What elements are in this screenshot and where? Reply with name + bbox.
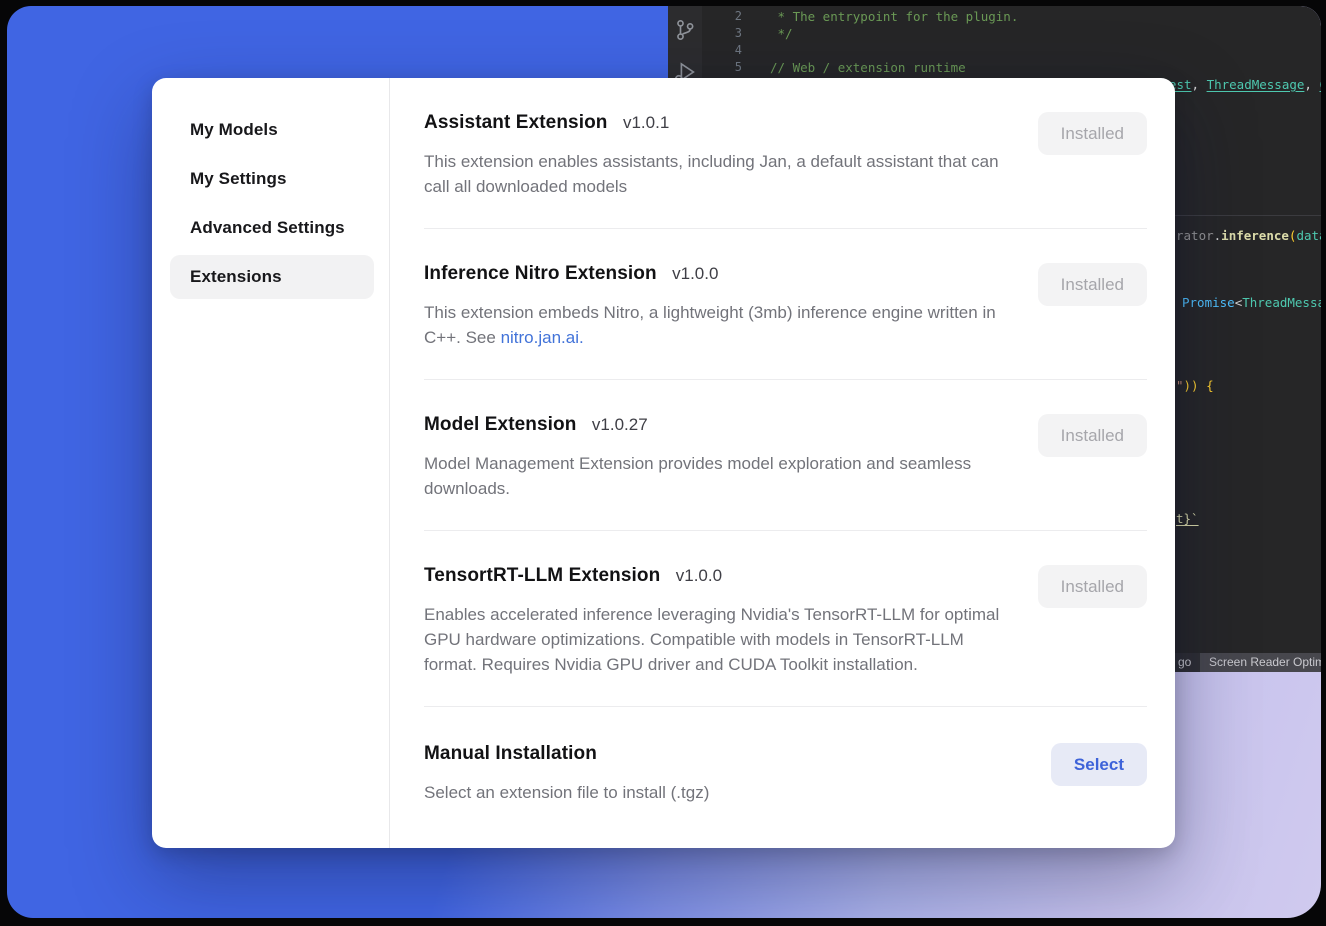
source-control-icon[interactable] xyxy=(673,18,697,42)
code-token: data xyxy=(1296,228,1321,243)
code-token: // Web / extension runtime xyxy=(770,60,966,75)
extension-version: v1.0.0 xyxy=(676,566,722,585)
extension-row: Model Extension v1.0.27 Model Management… xyxy=(424,380,1147,531)
code-line: 3 */ xyxy=(702,25,1321,42)
code-text: * The entrypoint for the plugin. xyxy=(758,8,1018,25)
extension-header: Manual Installation xyxy=(424,741,709,768)
code-token: , xyxy=(1304,77,1319,92)
extension-version: v1.0.1 xyxy=(623,113,669,132)
code-fragment: rator.inference(data)); xyxy=(1176,228,1321,243)
code-fragment: Promise<ThreadMessage> xyxy=(1182,295,1321,310)
sidebar-item[interactable]: Extensions xyxy=(170,255,374,299)
extension-link[interactable]: nitro.jan.ai. xyxy=(501,328,584,347)
sidebar-item-label: Extensions xyxy=(190,267,282,287)
extension-row: Inference Nitro Extension v1.0.0 This ex… xyxy=(424,229,1147,380)
extension-action-button[interactable]: Installed xyxy=(1038,112,1147,155)
code-fragment: t}` xyxy=(1176,511,1199,526)
code-token: t}` xyxy=(1176,511,1199,526)
sidebar-item-label: My Models xyxy=(190,120,278,140)
extension-description-text: Enables accelerated inference leveraging… xyxy=(424,605,999,674)
extension-info: Model Extension v1.0.27 Model Management… xyxy=(424,412,1009,501)
extension-row: Manual Installation Select an extension … xyxy=(424,707,1147,834)
code-line: 4 xyxy=(702,42,1321,59)
extensions-panel: Assistant Extension v1.0.1 This extensio… xyxy=(390,78,1175,848)
extension-description: This extension enables assistants, inclu… xyxy=(424,149,1009,199)
code-line: 5 // Web / extension runtime xyxy=(702,59,1321,76)
extension-description: Enables accelerated inference leveraging… xyxy=(424,602,1009,677)
screen-reader-status[interactable]: Screen Reader Optimized xyxy=(1200,653,1321,672)
extension-header: Inference Nitro Extension v1.0.0 xyxy=(424,261,1009,288)
code-token: inference xyxy=(1221,228,1289,243)
extension-info: TensortRT-LLM Extension v1.0.0 Enables a… xyxy=(424,563,1009,677)
sidebar-item-label: Advanced Settings xyxy=(190,218,345,238)
code-token: ContentType xyxy=(1319,77,1321,92)
code-token: " xyxy=(1176,378,1184,393)
extension-version: v1.0.27 xyxy=(592,415,648,434)
line-number: 5 xyxy=(702,59,758,76)
code-line: 2 * The entrypoint for the plugin. xyxy=(702,8,1321,25)
extension-description-text: Select an extension file to install (.tg… xyxy=(424,783,709,802)
extension-name: Assistant Extension xyxy=(424,112,608,133)
extension-action-button[interactable]: Installed xyxy=(1038,565,1147,608)
extension-description: Model Management Extension provides mode… xyxy=(424,451,1009,501)
extension-name: Model Extension xyxy=(424,414,576,435)
extension-header: Model Extension v1.0.27 xyxy=(424,412,1009,439)
extension-version: v1.0.0 xyxy=(672,264,718,283)
settings-sidebar: My Models My Settings Advanced Settings … xyxy=(152,78,390,848)
extension-action-button[interactable]: Installed xyxy=(1038,414,1147,457)
extension-row: Assistant Extension v1.0.1 This extensio… xyxy=(424,78,1147,229)
status-bar-text: go xyxy=(1178,655,1191,669)
code-token: */ xyxy=(770,26,793,41)
code-text: */ xyxy=(758,25,793,42)
code-token: Promise xyxy=(1182,295,1235,310)
extension-info: Assistant Extension v1.0.1 This extensio… xyxy=(424,110,1009,199)
extension-description: Select an extension file to install (.tg… xyxy=(424,780,709,805)
code-token: * The entrypoint for the plugin. xyxy=(770,9,1018,24)
extension-description-text: This extension enables assistants, inclu… xyxy=(424,152,999,196)
extension-name: Inference Nitro Extension xyxy=(424,263,657,284)
sidebar-item[interactable]: My Settings xyxy=(170,157,374,201)
screenshot: 2 * The entrypoint for the plugin. 3 */ … xyxy=(0,0,1326,926)
extension-info: Manual Installation Select an extension … xyxy=(424,741,709,805)
line-number: 3 xyxy=(702,25,758,42)
sidebar-item-label: My Settings xyxy=(190,169,287,189)
extension-header: TensortRT-LLM Extension v1.0.0 xyxy=(424,563,1009,590)
sidebar-item[interactable]: My Models xyxy=(170,108,374,152)
settings-modal: My Models My Settings Advanced Settings … xyxy=(152,78,1175,848)
extension-name: TensortRT-LLM Extension xyxy=(424,565,660,586)
code-text: // Web / extension runtime xyxy=(758,59,966,76)
desktop-background: 2 * The entrypoint for the plugin. 3 */ … xyxy=(7,6,1321,918)
code-token: rator xyxy=(1176,228,1214,243)
extension-action-button[interactable]: Installed xyxy=(1038,263,1147,306)
sidebar-item[interactable]: Advanced Settings xyxy=(170,206,374,250)
extension-row: TensortRT-LLM Extension v1.0.0 Enables a… xyxy=(424,531,1147,707)
extension-header: Assistant Extension v1.0.1 xyxy=(424,110,1009,137)
extension-action-button[interactable]: Select xyxy=(1051,743,1147,786)
code-token: ThreadMessage xyxy=(1207,77,1305,92)
extension-name: Manual Installation xyxy=(424,743,597,764)
code-token: ThreadMessage xyxy=(1242,295,1321,310)
extension-info: Inference Nitro Extension v1.0.0 This ex… xyxy=(424,261,1009,350)
extension-description-text: Model Management Extension provides mode… xyxy=(424,454,971,498)
code-text xyxy=(758,42,770,59)
line-number: 2 xyxy=(702,8,758,25)
code-token: )) { xyxy=(1184,378,1214,393)
code-fragment: ")) { xyxy=(1176,378,1214,393)
line-number: 4 xyxy=(702,42,758,59)
extension-description: This extension embeds Nitro, a lightweig… xyxy=(424,300,1009,350)
code-token: , xyxy=(1192,77,1207,92)
